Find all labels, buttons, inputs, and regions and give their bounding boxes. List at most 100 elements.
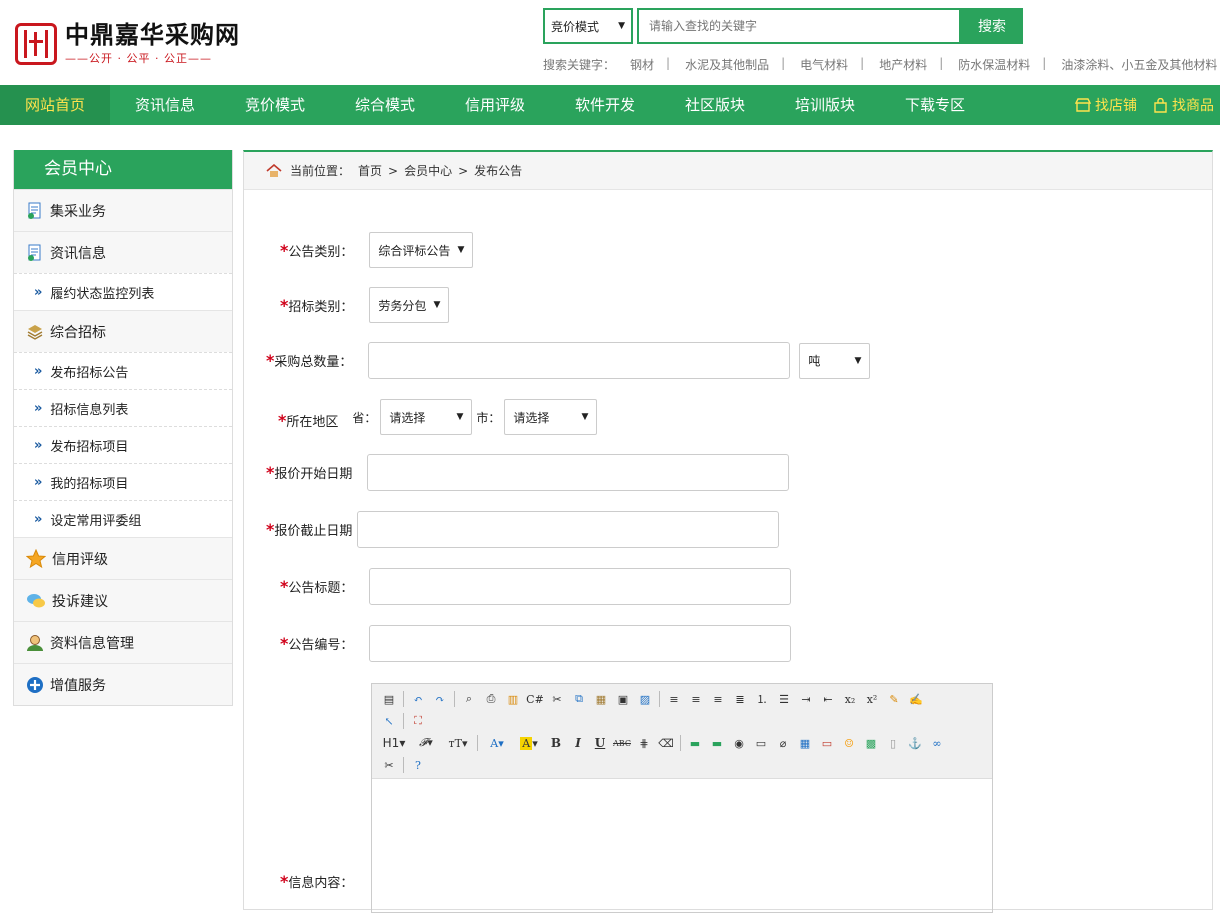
sidebar-subitem-jury-group[interactable]: » 设定常用评委组	[14, 500, 232, 537]
hot-keyword[interactable]: 地产材料	[879, 56, 927, 73]
paste-text-icon[interactable]: ▣	[612, 689, 634, 709]
nav-home[interactable]: 网站首页	[0, 85, 110, 125]
align-right-icon[interactable]: ≡	[707, 689, 729, 709]
select-all-icon[interactable]: ✍	[905, 689, 927, 709]
italic-icon[interactable]: I	[567, 733, 589, 753]
font-size-icon[interactable]: тT▾	[442, 733, 474, 753]
hot-keyword[interactable]: 油漆涂料、小五金及其他材料	[1061, 56, 1217, 73]
code-icon[interactable]: C#	[524, 689, 546, 709]
insert-multi-image-icon[interactable]: ▬	[706, 733, 728, 753]
search-mode-select[interactable]: 竞价模式 ▼	[543, 8, 633, 44]
nav-news[interactable]: 资讯信息	[110, 85, 220, 125]
start-date-label: *报价开始日期	[266, 463, 353, 482]
nav-download[interactable]: 下载专区	[880, 85, 990, 125]
find-goods-link[interactable]: 找商品	[1153, 95, 1214, 115]
city-select[interactable]: 请选择 ▼	[504, 399, 598, 435]
undo-icon[interactable]: ↶	[407, 689, 429, 709]
search-button[interactable]: 搜索	[961, 8, 1023, 44]
end-date-input[interactable]	[357, 511, 780, 548]
subscript-icon[interactable]: x₂	[839, 689, 861, 709]
hot-keyword[interactable]: 防水保温材料	[958, 56, 1030, 73]
bid-type-select[interactable]: 劳务分包 ▼	[369, 287, 450, 323]
paste-icon[interactable]: ▦	[590, 689, 612, 709]
insert-row-icon[interactable]: ▭	[816, 733, 838, 753]
emoticon-icon[interactable]: ☺	[838, 733, 860, 753]
breadcrumb-section[interactable]: 会员中心	[404, 162, 452, 179]
underline-icon[interactable]: U	[589, 733, 611, 753]
ordered-list-icon[interactable]: ⒈	[751, 689, 773, 709]
heading-dropdown[interactable]: H1 ▾	[378, 733, 410, 753]
sidebar-item-complaints[interactable]: 投诉建议	[14, 579, 232, 621]
sidebar-subitem-bid-list[interactable]: » 招标信息列表	[14, 389, 232, 426]
template-icon[interactable]: ▥	[502, 689, 524, 709]
sidebar-item-credit[interactable]: 信用评级	[14, 537, 232, 579]
sidebar-item-profile[interactable]: 资料信息管理	[14, 621, 232, 663]
quantity-input[interactable]	[368, 342, 791, 379]
chat-icon	[27, 593, 45, 607]
hot-keyword[interactable]: 水泥及其他制品	[685, 56, 769, 73]
pagebreak-icon[interactable]: ▯	[882, 733, 904, 753]
province-select[interactable]: 请选择 ▼	[380, 399, 473, 435]
sidebar-item-news[interactable]: 资讯信息	[14, 231, 232, 273]
help-icon[interactable]: ?	[407, 755, 429, 775]
align-justify-icon[interactable]: ≣	[729, 689, 751, 709]
notice-number-input[interactable]	[369, 625, 792, 662]
superscript-icon[interactable]: x²	[861, 689, 883, 709]
nav-comprehensive[interactable]: 综合模式	[330, 85, 440, 125]
hot-keyword[interactable]: 钢材	[630, 56, 654, 73]
editor-body[interactable]	[372, 779, 992, 899]
align-left-icon[interactable]: ≡	[663, 689, 685, 709]
start-date-input[interactable]	[367, 454, 790, 491]
bold-icon[interactable]: B	[545, 733, 567, 753]
attachment-icon[interactable]: ⌀	[772, 733, 794, 753]
clear-format-icon[interactable]: ✎	[883, 689, 905, 709]
flash-icon[interactable]: ◉	[728, 733, 750, 753]
outdent-icon[interactable]: ⇤	[817, 689, 839, 709]
notice-type-select[interactable]: 综合评标公告 ▼	[369, 232, 474, 268]
nav-bidding[interactable]: 竞价模式	[220, 85, 330, 125]
pointer-icon[interactable]: ↖	[378, 711, 400, 731]
nav-software[interactable]: 软件开发	[550, 85, 660, 125]
highlight-icon[interactable]: A ▾	[513, 733, 545, 753]
link-icon[interactable]: ∞	[926, 733, 948, 753]
redo-icon[interactable]: ↷	[429, 689, 451, 709]
sidebar-subitem-publish-project[interactable]: » 发布招标项目	[14, 426, 232, 463]
font-family-icon[interactable]: 𝓕▾	[410, 733, 442, 753]
cut-icon[interactable]: ✂	[546, 689, 568, 709]
sidebar-item-value-added[interactable]: 增值服务	[14, 663, 232, 705]
strikethrough-icon[interactable]: ABC	[611, 733, 633, 753]
unlink-icon[interactable]: ✂	[378, 755, 400, 775]
font-color-icon[interactable]: A▾	[481, 733, 513, 753]
sidebar-subitem-performance-monitor[interactable]: » 履约状态监控列表	[14, 273, 232, 310]
sidebar-subitem-publish-notice[interactable]: » 发布招标公告	[14, 352, 232, 389]
insert-image-icon[interactable]: ▬	[684, 733, 706, 753]
source-icon[interactable]: ▤	[378, 689, 400, 709]
anchor-icon[interactable]: ⚓	[904, 733, 926, 753]
hot-keyword[interactable]: 电气材料	[800, 56, 848, 73]
preview-icon[interactable]: ⌕	[458, 689, 480, 709]
horizontal-rule-icon[interactable]: ⋕	[633, 733, 655, 753]
notice-title-input[interactable]	[369, 568, 792, 605]
search-input[interactable]	[637, 8, 961, 44]
table-icon[interactable]: ▦	[794, 733, 816, 753]
nav-credit[interactable]: 信用评级	[440, 85, 550, 125]
paste-word-icon[interactable]: ▨	[634, 689, 656, 709]
nav-training[interactable]: 培训版块	[770, 85, 880, 125]
copy-icon[interactable]: ⧉	[568, 689, 590, 709]
sidebar-subitem-my-projects[interactable]: » 我的招标项目	[14, 463, 232, 500]
fullscreen-icon[interactable]: ⛶	[407, 711, 429, 731]
site-logo[interactable]: 中鼎嘉华采购网 ——公开 · 公平 · 公正——	[15, 22, 240, 66]
nav-community[interactable]: 社区版块	[660, 85, 770, 125]
sidebar-item-procurement[interactable]: 集采业务	[14, 189, 232, 231]
unordered-list-icon[interactable]: ☰	[773, 689, 795, 709]
find-shop-link[interactable]: 找店铺	[1075, 95, 1137, 115]
breadcrumb-home[interactable]: 首页	[358, 162, 382, 179]
media-icon[interactable]: ▭	[750, 733, 772, 753]
align-center-icon[interactable]: ≡	[685, 689, 707, 709]
eraser-icon[interactable]: ⌫	[655, 733, 677, 753]
unit-select[interactable]: 吨 ▼	[799, 342, 871, 379]
picture-icon[interactable]: ▩	[860, 733, 882, 753]
indent-icon[interactable]: ⇥	[795, 689, 817, 709]
print-icon[interactable]: ⎙	[480, 689, 502, 709]
sidebar-item-comprehensive-bidding[interactable]: 综合招标	[14, 310, 232, 352]
